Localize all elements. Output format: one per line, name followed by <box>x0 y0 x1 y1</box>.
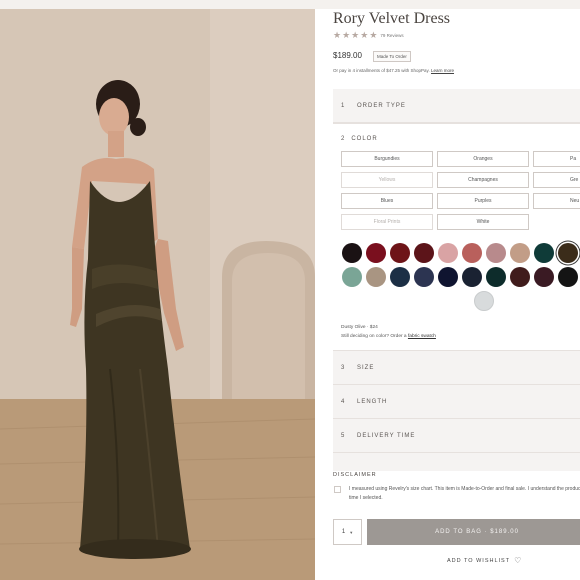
section-number: 5 <box>341 432 346 439</box>
section-delivery-time[interactable]: 5 DELIVERY TIME <box>333 419 580 453</box>
color-family-chip[interactable]: Gre <box>533 172 580 188</box>
color-swatch[interactable] <box>534 267 554 287</box>
color-swatch[interactable] <box>510 243 530 263</box>
section-label: LENGTH <box>357 398 388 405</box>
star-icon: ★ <box>360 30 369 40</box>
color-swatch[interactable] <box>558 267 578 287</box>
color-family-chip[interactable]: Neu <box>533 193 580 209</box>
color-swatch[interactable] <box>390 267 410 287</box>
color-swatch[interactable] <box>438 267 458 287</box>
section-color-header[interactable]: 2 COLOR <box>341 136 378 142</box>
color-swatch[interactable] <box>462 243 482 263</box>
section-number: 3 <box>341 364 346 371</box>
color-family-chip[interactable]: Pa <box>533 151 580 167</box>
star-icon: ★ <box>351 30 360 40</box>
color-family-chip[interactable]: Floral Prints <box>341 214 433 230</box>
installments-text: Or pay in 4 installments of $47.25 with … <box>333 68 454 73</box>
color-swatch[interactable] <box>474 291 494 311</box>
color-swatch[interactable] <box>390 243 410 263</box>
color-family-chip[interactable]: Yellows <box>341 172 433 188</box>
heart-icon: ♡ <box>514 556 523 565</box>
color-help-text: Still deciding on color? Order a <box>341 334 407 339</box>
section-label: SIZE <box>357 364 375 371</box>
color-family-chip[interactable]: Blues <box>341 193 433 209</box>
options-panel: 1 ORDER TYPE M 2COLOR BurgundiesOrangesP… <box>333 89 580 471</box>
section-label: COLOR <box>351 136 378 142</box>
fabric-swatch-link[interactable]: fabric swatch <box>408 334 436 339</box>
section-label: DELIVERY TIME <box>357 432 416 439</box>
section-number: 1 <box>341 102 346 109</box>
color-swatch[interactable] <box>438 243 458 263</box>
color-family-chip[interactable]: Champagnes <box>437 172 529 188</box>
color-swatch[interactable] <box>414 243 434 263</box>
rating[interactable]: ★ ★ ★ ★ ★ 79 Reviews <box>333 31 404 40</box>
star-icon: ★ <box>333 30 342 40</box>
quantity-value: 1 <box>341 529 346 535</box>
model-in-dress-illustration <box>0 9 315 580</box>
color-swatch[interactable] <box>510 267 530 287</box>
disclaimer-heading: DISCLAIMER <box>333 472 377 478</box>
installments-copy: Or pay in 4 installments of $47.25 with … <box>333 68 430 73</box>
product-info: Rory Velvet Dress ★ ★ ★ ★ ★ 79 Reviews $… <box>333 0 580 580</box>
color-help: Still deciding on color? Order a fabric … <box>341 334 436 339</box>
color-swatch[interactable] <box>342 243 362 263</box>
quantity-select[interactable]: 1 ▼ <box>333 519 362 545</box>
color-swatch[interactable] <box>486 267 506 287</box>
color-swatch[interactable] <box>558 243 578 263</box>
selected-color-label: Dusty Olive · $24 <box>341 325 378 330</box>
section-length[interactable]: 4 LENGTH <box>333 385 580 419</box>
disclaimer-checkbox[interactable] <box>334 486 341 493</box>
star-icon: ★ <box>342 30 351 40</box>
section-number: 4 <box>341 398 346 405</box>
learn-more-link[interactable]: Learn more <box>431 68 454 73</box>
wishlist-label: ADD TO WISHLIST <box>447 558 511 564</box>
color-family-chip[interactable]: White <box>437 214 529 230</box>
section-color: 2 COLOR Burgundies Oranges Pa Yellows Champag… <box>333 123 580 351</box>
section-size[interactable]: 3 SIZE <box>333 351 580 385</box>
color-family-chip[interactable]: Purples <box>437 193 529 209</box>
color-swatch[interactable] <box>414 267 434 287</box>
section-number: 2 <box>341 136 346 142</box>
add-to-bag-button[interactable]: ADD TO BAG · $189.00 <box>367 519 580 545</box>
color-family-chip[interactable]: Burgundies <box>341 151 433 167</box>
made-to-order-badge: Made To Order <box>373 51 411 62</box>
product-photo[interactable] <box>0 9 315 580</box>
color-swatch[interactable] <box>462 267 482 287</box>
review-count[interactable]: 79 Reviews <box>380 33 403 38</box>
color-swatch[interactable] <box>486 243 506 263</box>
disclaimer-text: I measured using Revelry's size chart. T… <box>349 486 580 501</box>
section-order-type[interactable]: 1 ORDER TYPE M <box>333 89 580 123</box>
color-family-chip[interactable]: Oranges <box>437 151 529 167</box>
chevron-down-icon: ▼ <box>349 529 354 535</box>
color-swatch[interactable] <box>366 267 386 287</box>
color-swatch[interactable] <box>366 243 386 263</box>
section-label: ORDER TYPE <box>357 102 406 109</box>
color-swatch[interactable] <box>534 243 554 263</box>
product-title: Rory Velvet Dress <box>333 10 451 27</box>
price: $189.00 <box>333 51 362 60</box>
color-swatch[interactable] <box>342 267 362 287</box>
star-icon: ★ <box>369 30 378 40</box>
add-to-wishlist-button[interactable]: ADD TO WISHLIST ♡ <box>447 557 522 565</box>
